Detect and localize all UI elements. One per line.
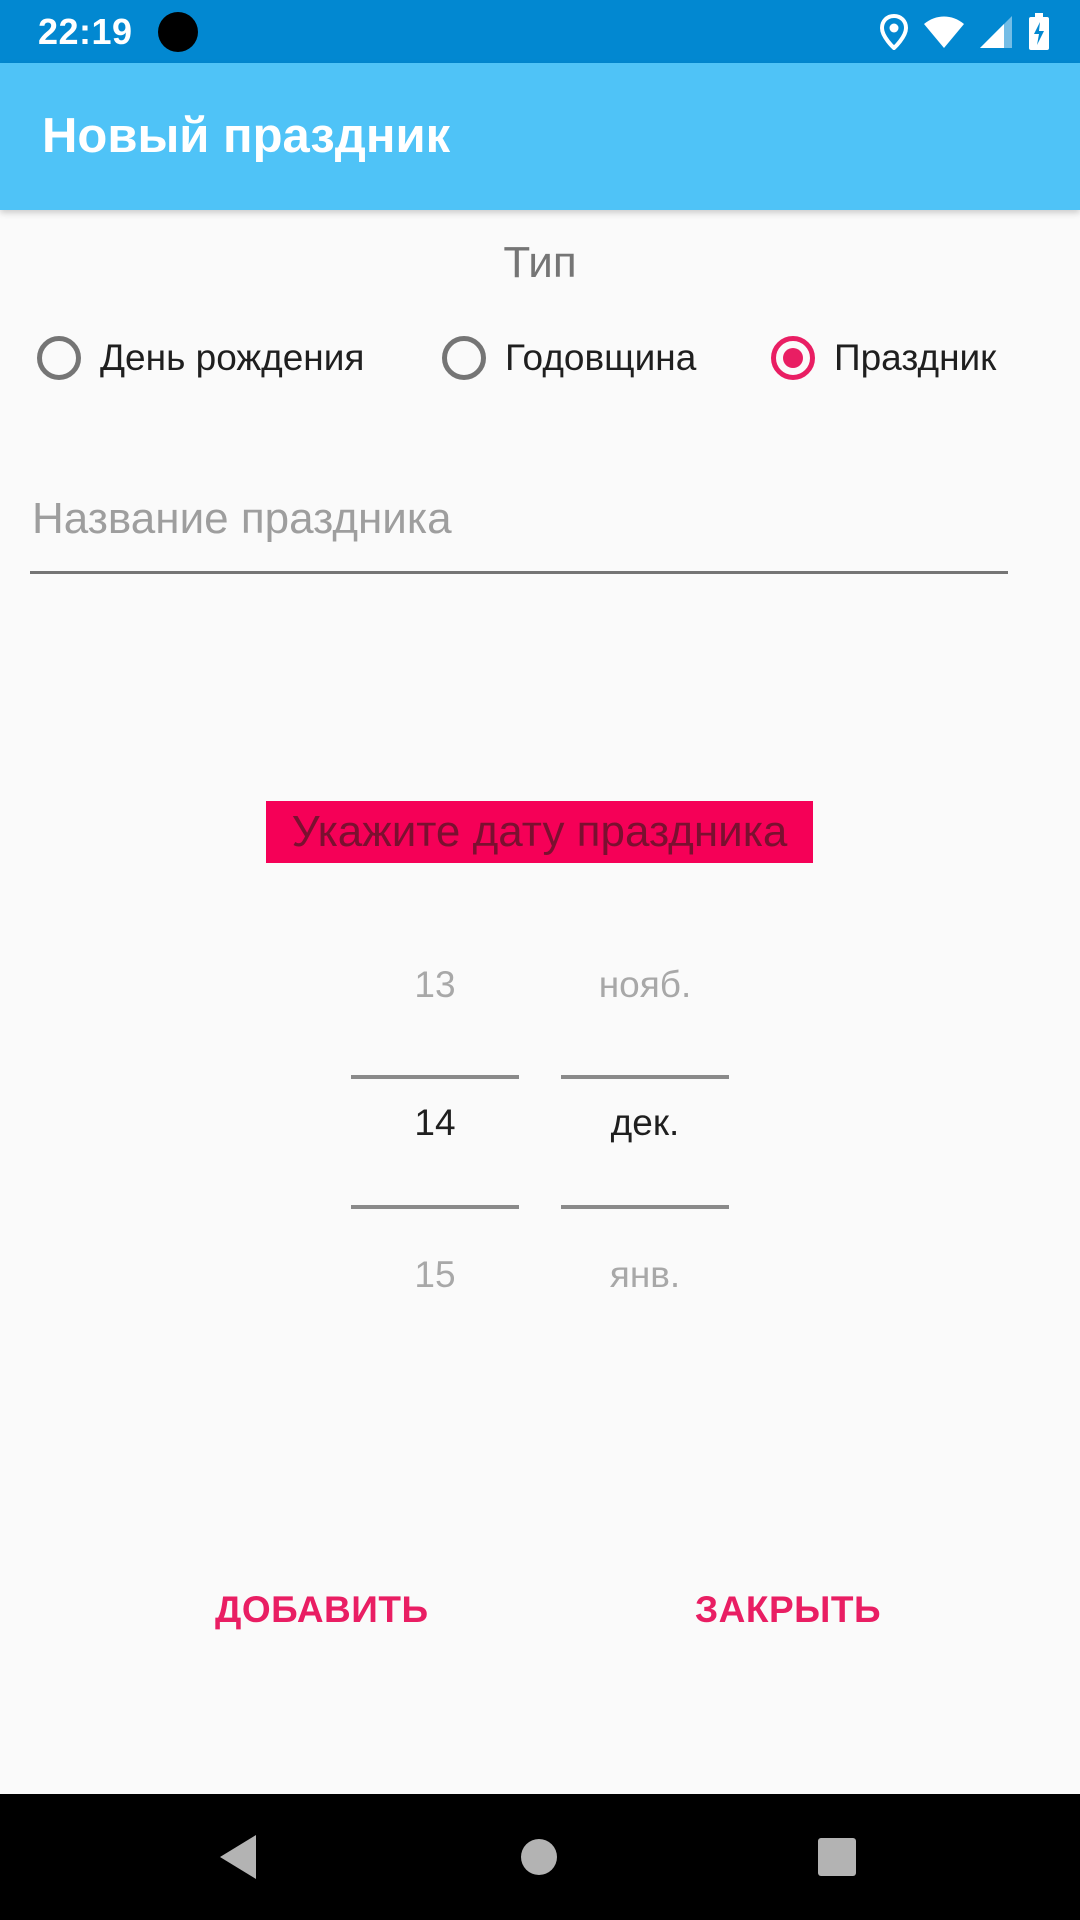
type-label: Тип xyxy=(503,238,577,287)
cell-signal-icon xyxy=(980,16,1012,48)
status-time: 22:19 xyxy=(38,11,133,52)
close-button[interactable]: ЗАКРЫТЬ xyxy=(675,1570,901,1650)
radio-holiday[interactable]: Праздник xyxy=(771,330,996,386)
page-title: Новый праздник xyxy=(42,109,451,163)
radio-holiday-label: Праздник xyxy=(834,337,997,378)
app-bar: Новый праздник xyxy=(0,63,1080,210)
battery-icon xyxy=(1028,13,1050,51)
month-picker-current[interactable]: дек. xyxy=(561,1083,729,1163)
screen: 22:19 Новый праздник Тип День рождения Г… xyxy=(0,0,1080,1920)
add-button[interactable]: ДОБАВИТЬ xyxy=(195,1570,449,1650)
date-prompt: Укажите дату праздника xyxy=(266,801,813,863)
recent-apps-icon[interactable] xyxy=(807,1827,867,1887)
month-picker-prev[interactable]: нояб. xyxy=(561,940,729,1030)
notification-dot-icon xyxy=(158,12,198,52)
radio-birthday-label: День рождения xyxy=(100,337,365,378)
type-radio-group: День рождения Годовщина Праздник xyxy=(0,330,1080,386)
day-picker-divider-bottom xyxy=(351,1205,519,1209)
month-picker[interactable]: нояб. дек. янв. xyxy=(561,940,729,1340)
radio-unchecked-icon xyxy=(37,336,81,380)
radio-unchecked-icon xyxy=(442,336,486,380)
radio-anniversary[interactable]: Годовщина xyxy=(442,330,696,386)
day-picker[interactable]: 13 14 15 xyxy=(351,940,519,1340)
day-picker-next[interactable]: 15 xyxy=(351,1230,519,1320)
day-picker-divider-top xyxy=(351,1075,519,1079)
wifi-icon xyxy=(924,16,964,48)
home-icon[interactable] xyxy=(509,1827,569,1887)
day-picker-prev[interactable]: 13 xyxy=(351,940,519,1030)
radio-birthday[interactable]: День рождения xyxy=(37,330,364,386)
back-icon[interactable] xyxy=(208,1827,268,1887)
location-icon xyxy=(880,14,908,50)
holiday-name-input[interactable] xyxy=(30,478,1008,574)
nav-bar xyxy=(0,1794,1080,1920)
status-icons xyxy=(880,10,1050,54)
status-bar: 22:19 xyxy=(0,0,1080,63)
radio-anniversary-label: Годовщина xyxy=(505,337,697,378)
month-picker-next[interactable]: янв. xyxy=(561,1230,729,1320)
month-picker-divider-bottom xyxy=(561,1205,729,1209)
day-picker-current[interactable]: 14 xyxy=(351,1083,519,1163)
radio-checked-icon xyxy=(771,336,815,380)
month-picker-divider-top xyxy=(561,1075,729,1079)
